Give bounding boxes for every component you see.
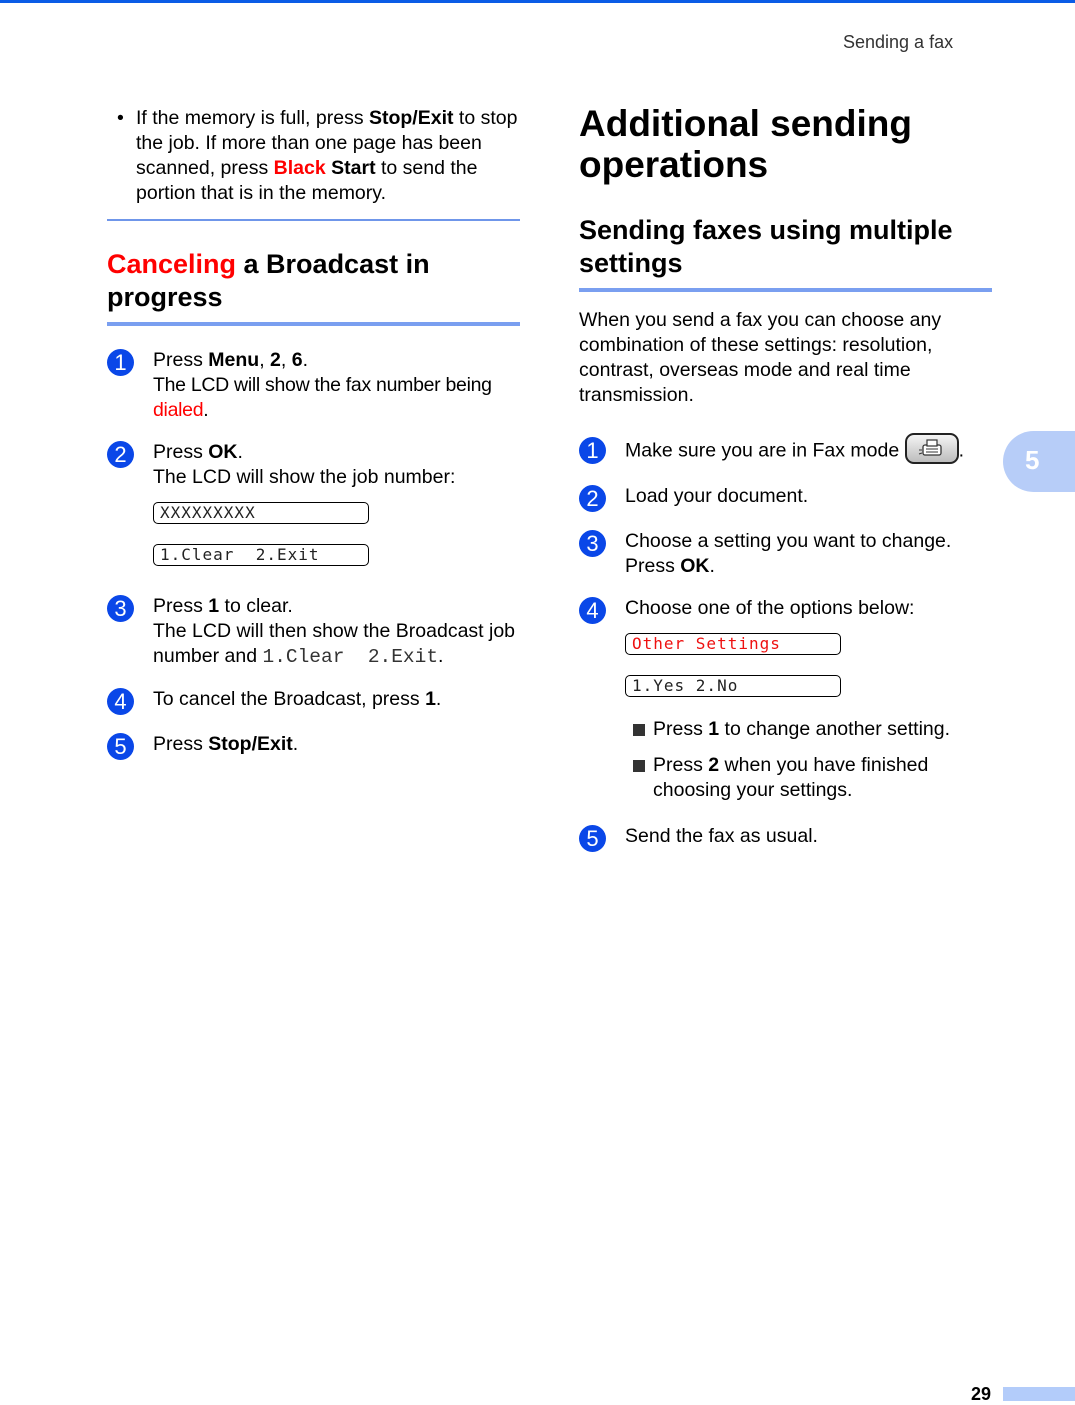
section-divider xyxy=(107,219,520,221)
lcd-display-yes-no: 1.Yes 2.No xyxy=(625,675,841,697)
chapter-tab: 5 xyxy=(1003,431,1075,492)
step-number-5: 5 xyxy=(579,825,606,852)
step-3: 3 Choose a setting you want to change. P… xyxy=(579,529,992,579)
step-number-4: 4 xyxy=(579,597,606,624)
step-number-1: 1 xyxy=(107,349,134,376)
step-number-2: 2 xyxy=(579,485,606,512)
heading-underline xyxy=(579,288,992,292)
chapter-number: 5 xyxy=(1025,445,1040,475)
note-text: If the memory is full, press Stop/Exit t… xyxy=(136,107,518,204)
step-4: 4 Choose one of the options below: Other… xyxy=(579,596,992,814)
bullet-dot: • xyxy=(117,107,124,129)
step-4: 4 To cancel the Broadcast, press 1. xyxy=(107,687,520,715)
left-column: • If the memory is full, press Stop/Exit… xyxy=(107,106,520,777)
step-number-3: 3 xyxy=(107,595,134,622)
step-number-3: 3 xyxy=(579,530,606,557)
step-2: 2 Load your document. xyxy=(579,484,992,512)
step-number-2: 2 xyxy=(107,441,134,468)
step-5: 5 Press Stop/Exit. xyxy=(107,732,520,760)
square-bullet-icon xyxy=(633,724,645,736)
option-item: Press 2 when you have finished choosing … xyxy=(625,753,992,803)
step-number-1: 1 xyxy=(579,437,606,464)
fax-mode-button-icon xyxy=(904,433,959,464)
step-1: 1 Press Menu, 2, 6. The LCD will show th… xyxy=(107,348,520,423)
section-title-canceling: Canceling a Broadcast in progress xyxy=(107,249,430,312)
memory-full-note: • If the memory is full, press Stop/Exit… xyxy=(107,106,520,206)
running-header: Sending a fax xyxy=(843,32,954,52)
section-title-multiple-settings: Sending faxes using multiple settings xyxy=(579,215,953,278)
top-rule xyxy=(0,0,1075,3)
step-3: 3 Press 1 to clear. The LCD will then sh… xyxy=(107,594,520,670)
right-column: Additional sending operations Sending fa… xyxy=(579,103,992,869)
lcd-display-clear-exit: 1.Clear 2.Exit xyxy=(153,544,369,566)
step-2: 2 Press OK. The LCD will show the job nu… xyxy=(107,440,520,586)
heading-underline xyxy=(107,322,520,326)
lcd-display-other-settings: Other Settings xyxy=(625,633,841,655)
step-number-4: 4 xyxy=(107,688,134,715)
step-number-5: 5 xyxy=(107,733,134,760)
option-item: Press 1 to change another setting. xyxy=(625,717,992,742)
square-bullet-icon xyxy=(633,760,645,772)
chapter-section-title: Additional sending operations xyxy=(579,103,912,185)
intro-paragraph: When you send a fax you can choose any c… xyxy=(579,309,942,406)
step-5: 5 Send the fax as usual. xyxy=(579,824,992,852)
lcd-display-job-number: XXXXXXXXX xyxy=(153,502,369,524)
page-number: 29 xyxy=(971,1384,992,1404)
step-1: 1 Make sure you are in Fax mode . xyxy=(579,433,992,467)
page-footer-bar xyxy=(1003,1387,1075,1401)
